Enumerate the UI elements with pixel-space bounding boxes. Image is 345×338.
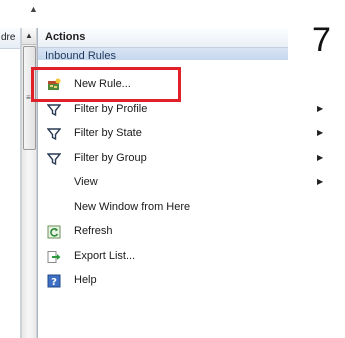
action-label: Refresh <box>74 225 113 237</box>
action-label: Filter by State <box>74 127 142 139</box>
actions-header: Actions <box>38 28 288 48</box>
submenu-arrow-icon: ▶ <box>317 128 324 137</box>
export-icon <box>47 250 61 264</box>
grip-icon: ≡ <box>26 93 31 102</box>
actions-menu: New Rule... Filter by Profile ▶ Filter b <box>38 73 345 294</box>
sort-caret-icon: ▲ <box>29 4 38 14</box>
action-label: View <box>74 176 98 188</box>
filter-icon <box>46 152 62 166</box>
left-column-header-label: dre <box>1 32 16 43</box>
filter-icon <box>46 103 62 117</box>
action-view[interactable]: View ▶ <box>38 171 345 196</box>
left-column-pane <box>0 28 21 338</box>
scroll-up-button[interactable]: ▲ <box>22 28 36 45</box>
submenu-arrow-icon: ▶ <box>317 177 324 186</box>
section-header-inbound-rules[interactable]: Inbound Rules <box>38 48 288 60</box>
action-label: Export List... <box>74 249 136 262</box>
action-filter-by-state[interactable]: Filter by State ▶ <box>38 122 345 147</box>
actions-title: Actions <box>45 31 86 43</box>
left-column-header[interactable]: dre <box>0 28 20 49</box>
action-label: New Window from Here <box>74 200 191 213</box>
action-filter-by-group[interactable]: Filter by Group ▶ <box>38 147 345 172</box>
help-icon: ? <box>47 274 61 288</box>
highlight-annotation-box <box>31 67 181 102</box>
action-refresh[interactable]: Refresh <box>38 220 345 245</box>
action-label: Filter by Group <box>74 151 147 164</box>
svg-text:?: ? <box>51 277 57 288</box>
action-new-window-from-here[interactable]: New Window from Here <box>38 196 345 221</box>
action-help[interactable]: ? Help <box>38 269 345 294</box>
window-frame: dre ▲ ▲ ≡ Actions Inbound Rules New Rule… <box>0 0 345 338</box>
section-title: Inbound Rules <box>45 50 116 60</box>
filter-icon <box>46 127 62 141</box>
action-label: Help <box>74 274 97 286</box>
submenu-arrow-icon: ▶ <box>317 152 324 162</box>
action-label: Filter by Profile <box>74 102 148 115</box>
action-export-list[interactable]: Export List... <box>38 245 345 270</box>
refresh-icon <box>47 225 61 239</box>
submenu-arrow-icon: ▶ <box>317 103 324 113</box>
step-number: 7 <box>312 21 331 59</box>
